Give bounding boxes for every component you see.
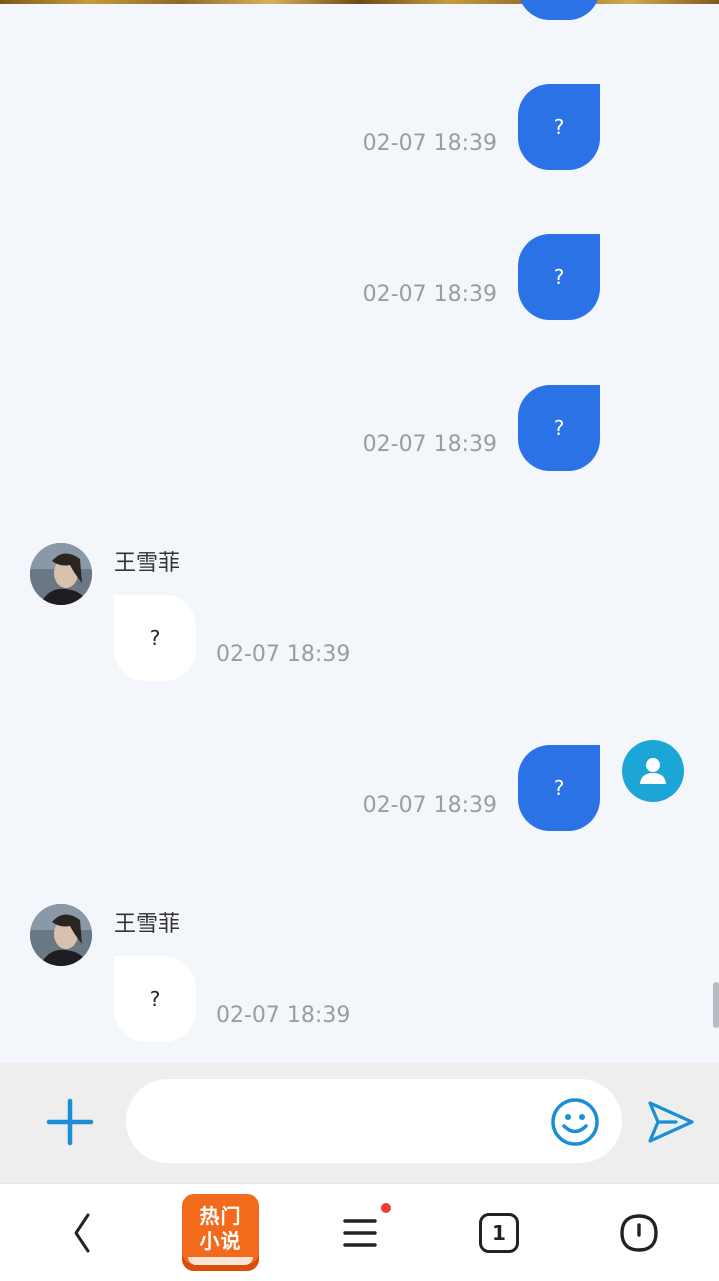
hot-novels-button[interactable]: 热门 小说 <box>182 1194 259 1271</box>
message-input[interactable] <box>152 1079 542 1163</box>
tabs-icon: 1 <box>479 1213 519 1253</box>
menu-icon <box>343 1219 377 1247</box>
bottom-navigation-bar: 热门 小说 1 <box>0 1183 719 1281</box>
emoji-button[interactable] <box>550 1097 600 1147</box>
message-time: 02-07 18:39 <box>362 793 497 818</box>
message-time: 02-07 18:39 <box>216 1003 351 1028</box>
message-composer <box>0 1063 719 1183</box>
tab-count: 1 <box>492 1221 506 1245</box>
book-page-decoration <box>188 1257 253 1265</box>
tabs-button[interactable]: 1 <box>476 1184 522 1281</box>
message-time: 02-07 18:39 <box>362 282 497 307</box>
my-avatar[interactable] <box>622 740 684 802</box>
back-button[interactable] <box>62 1184 102 1281</box>
contact-avatar[interactable] <box>30 543 92 605</box>
home-icon <box>620 1214 658 1252</box>
chat-area[interactable]: 02-07 18:39 ? 02-07 18:39 ? 02-07 18:39 … <box>0 0 719 1063</box>
plus-icon <box>46 1098 94 1146</box>
message-bubble-partial[interactable] <box>518 0 600 20</box>
message-bubble-outgoing[interactable]: ? <box>518 234 600 320</box>
message-input-container <box>126 1079 622 1163</box>
scrollbar-thumb[interactable] <box>713 982 719 1028</box>
add-attachment-button[interactable] <box>44 1096 96 1148</box>
message-bubble-outgoing[interactable]: ? <box>518 84 600 170</box>
notification-dot <box>381 1203 391 1213</box>
message-time: 02-07 18:39 <box>362 432 497 457</box>
contact-photo-icon <box>30 904 92 966</box>
novel-badge-line2: 小说 <box>199 1229 242 1253</box>
smiley-icon <box>551 1098 599 1146</box>
message-bubble-outgoing[interactable]: ? <box>518 385 600 471</box>
send-icon <box>648 1101 694 1143</box>
send-button[interactable] <box>646 1097 696 1147</box>
message-time: 02-07 18:39 <box>216 642 351 667</box>
message-bubble-incoming[interactable]: ? <box>114 956 196 1042</box>
menu-button[interactable] <box>338 1184 382 1281</box>
home-button[interactable] <box>616 1184 662 1281</box>
chevron-left-icon <box>74 1213 90 1253</box>
user-icon <box>640 758 666 784</box>
sender-name: 王雪菲 <box>114 912 181 937</box>
message-time: 02-07 18:39 <box>362 131 497 156</box>
contact-avatar[interactable] <box>30 904 92 966</box>
message-bubble-outgoing[interactable]: ? <box>518 745 600 831</box>
message-bubble-incoming[interactable]: ? <box>114 595 196 681</box>
sender-name: 王雪菲 <box>114 551 181 576</box>
contact-photo-icon <box>30 543 92 605</box>
